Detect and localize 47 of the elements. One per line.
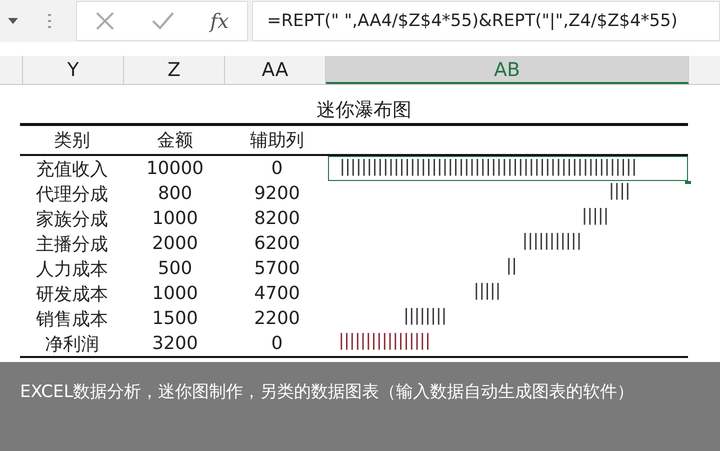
table-cell-text: 人力成本 <box>35 258 109 280</box>
table-cell-text: 6200 <box>253 233 301 254</box>
grip-icon <box>48 14 52 28</box>
table-cell-text: 1500 <box>151 308 199 329</box>
table-cell-text: 主播分成 <box>35 232 109 256</box>
table-cell-text: 4700 <box>253 283 301 304</box>
column-heading: 类别 <box>53 129 91 152</box>
table-cell-text: 1000 <box>151 208 199 229</box>
table-cell-text: 500 <box>156 258 194 279</box>
table-cell-text: 研发成本 <box>35 282 109 306</box>
caret-icon[interactable] <box>8 18 18 24</box>
bar-cell-text: ||||||||||||||||| <box>335 331 430 354</box>
table-cell-text: 0 <box>270 158 284 179</box>
bar-cell: ||||||||||||||||||||||||||||||||||||||||||||||||||||||| <box>328 156 688 181</box>
table-cell-text: 0 <box>270 333 284 354</box>
table-cell-text: 销售成本 <box>35 308 109 330</box>
close-icon[interactable] <box>95 11 116 31</box>
table-cell-text: 净利润 <box>44 332 100 356</box>
table-cell-text: 1000 <box>151 283 199 304</box>
formula-field[interactable]: =REPT(" ",AA4/$Z$4*55)&REPT("|",Z4/$Z$4*55) <box>252 1 720 41</box>
fill-handle[interactable] <box>685 181 691 184</box>
table-cell-text: 2200 <box>253 308 301 329</box>
column-heading: 金额 <box>156 129 194 152</box>
table-cell-text: 充值收入 <box>35 158 109 180</box>
table-title: 迷你瀑布图 <box>20 97 688 126</box>
table-cell-text: 8200 <box>253 208 301 229</box>
bar-cell-text: |||| <box>605 181 630 204</box>
table-cell-text: 3200 <box>151 333 199 354</box>
caption-text: EXCEL数据分析，迷你图制作，另类的数据图表（输入数据自动生成图表的软件） <box>20 381 636 404</box>
bar-cell-text: ||||| <box>578 206 608 229</box>
table-cell-text: 9200 <box>253 183 301 204</box>
table-cell-text: 家族分成 <box>35 208 109 230</box>
bar-cell-text: || <box>502 256 516 279</box>
table-cell-text: 2000 <box>151 233 199 254</box>
table-cell-text: 10000 <box>145 158 205 179</box>
insert-function-button[interactable]: fx <box>210 9 229 33</box>
bar-cell-text: |||||||| <box>400 306 446 329</box>
bar-cell-text: ||||| <box>470 281 500 304</box>
table-cell-text: 代理分成 <box>35 182 109 206</box>
table-cell-text: 5700 <box>253 258 301 279</box>
bar-cell-text: ||||||||||| <box>518 231 581 254</box>
checkmark-icon[interactable] <box>152 12 174 30</box>
table-cell-text: 800 <box>156 183 194 204</box>
column-header[interactable]: AB <box>326 56 689 84</box>
column-header[interactable]: Y <box>23 56 124 84</box>
column-header[interactable]: Z <box>124 56 225 84</box>
column-heading: 辅助列 <box>249 129 305 152</box>
